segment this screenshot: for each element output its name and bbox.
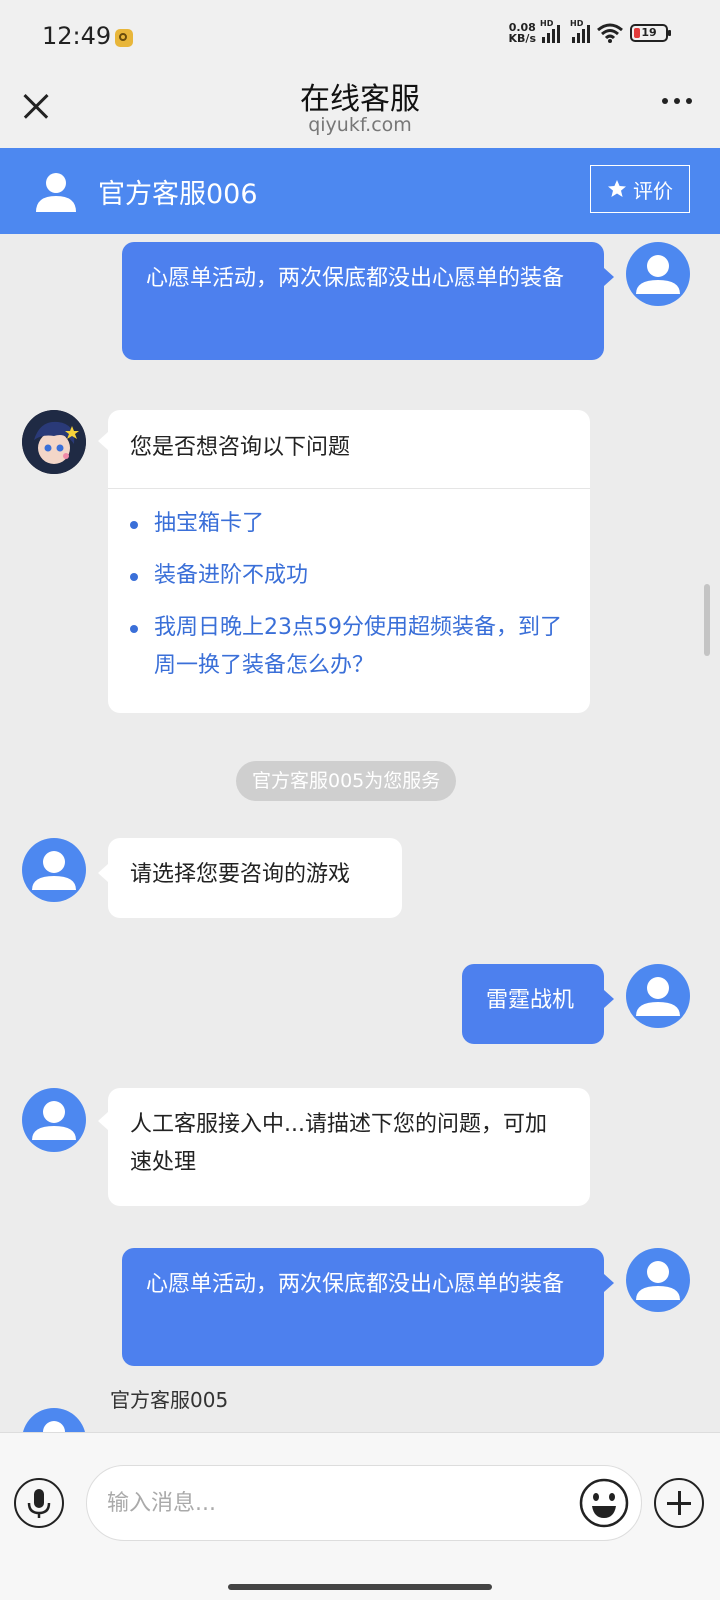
message-bubble: 心愿单活动，两次保底都没出心愿单的装备: [122, 1248, 604, 1366]
star-icon: [608, 180, 626, 197]
title-bar: 在线客服 qiyukf.com: [0, 74, 720, 148]
agent-avatar: [22, 838, 86, 902]
user-avatar: [626, 1248, 690, 1312]
microphone-icon: [27, 1489, 51, 1518]
battery-icon: 19: [630, 24, 671, 42]
chat-messages[interactable]: 心愿单活动，两次保底都没出心愿单的装备 您是否想咨询以下问题 抽宝箱卡了 装备进…: [0, 234, 720, 1432]
app-notification-icon: [115, 29, 133, 47]
faq-card: 您是否想咨询以下问题 抽宝箱卡了 装备进阶不成功 我周日晚上23点59分使用超频…: [108, 410, 590, 713]
voice-input-button[interactable]: [14, 1478, 64, 1528]
faq-item[interactable]: 我周日晚上23点59分使用超频装备，到了周一换了装备怎么办？: [130, 609, 568, 685]
bot-avatar: [22, 410, 86, 474]
sender-name: 官方客服005: [110, 1388, 229, 1412]
signal-icon: HD: [570, 19, 590, 43]
agent-avatar-icon: [36, 173, 76, 212]
bot-avatar-icon: [22, 410, 86, 474]
message-bubble: 心愿单活动，两次保底都没出心愿单的装备: [122, 242, 604, 360]
agent-avatar: [22, 1088, 86, 1152]
user-avatar-icon: [636, 1261, 680, 1300]
agent-header: 官方客服006 评价: [0, 148, 720, 234]
faq-item[interactable]: 装备进阶不成功: [130, 557, 568, 595]
user-avatar-icon: [636, 977, 680, 1016]
message-bubble: 人工客服接入中...请描述下您的问题，可加速处理: [108, 1088, 590, 1206]
home-indicator[interactable]: [228, 1584, 492, 1590]
message-bubble: 请选择您要咨询的游戏: [108, 838, 402, 918]
agent-avatar-icon: [32, 851, 76, 890]
status-bar: 12:49 0.08 KB/s HD HD 19: [0, 0, 720, 74]
message-bubble: 雷霆战机: [462, 964, 604, 1044]
page-title: 在线客服: [300, 82, 420, 117]
emoji-button[interactable]: [578, 1477, 630, 1529]
user-avatar: [626, 964, 690, 1028]
status-time: 12:49: [42, 22, 112, 50]
rate-label: 评价: [633, 178, 673, 203]
add-attachment-button[interactable]: [654, 1478, 704, 1528]
user-avatar-icon: [636, 255, 680, 294]
page-url: qiyukf.com: [308, 114, 412, 136]
input-bar: [0, 1432, 720, 1573]
more-options-button[interactable]: [662, 98, 692, 104]
faq-item[interactable]: 抽宝箱卡了: [130, 505, 568, 543]
faq-list: 抽宝箱卡了 装备进阶不成功 我周日晚上23点59分使用超频装备，到了周一换了装备…: [108, 489, 590, 713]
agent-name: 官方客服006: [98, 179, 258, 210]
message-input[interactable]: [86, 1465, 642, 1541]
agent-avatar: [22, 1408, 86, 1432]
faq-title: 您是否想咨询以下问题: [108, 410, 590, 489]
signal-icon: HD: [540, 19, 560, 43]
agent-avatar-icon: [43, 1421, 65, 1432]
system-notice: 官方客服005为您服务: [236, 761, 457, 801]
agent-avatar-icon: [32, 1101, 76, 1140]
user-avatar: [626, 242, 690, 306]
status-icons: 0.08 KB/s HD HD 19: [508, 19, 671, 45]
rate-button[interactable]: 评价: [590, 165, 690, 213]
net-speed: 0.08 KB/s: [508, 21, 536, 45]
scrollbar[interactable]: [704, 584, 710, 656]
wifi-icon: [597, 23, 623, 43]
